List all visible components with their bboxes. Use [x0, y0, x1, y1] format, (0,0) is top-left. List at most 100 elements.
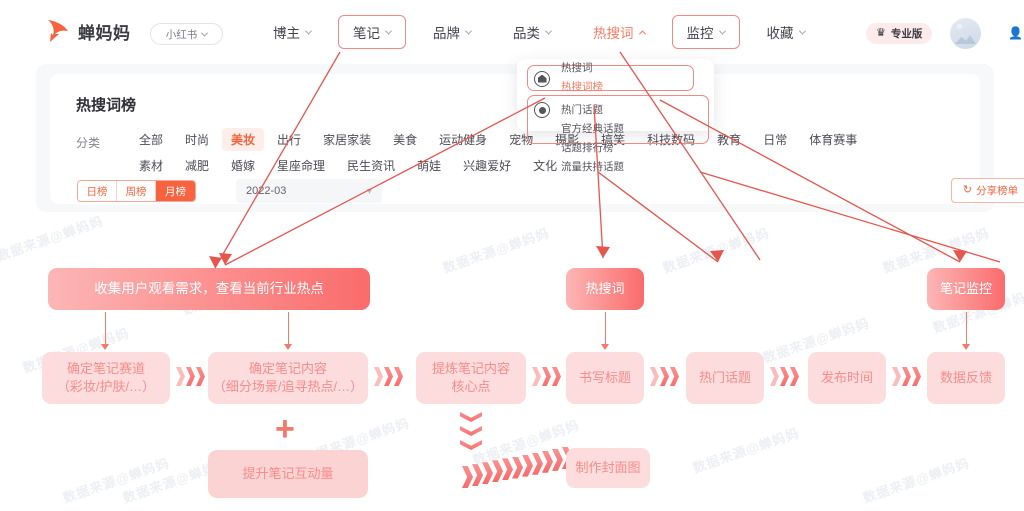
chevron-down-icon	[798, 27, 806, 35]
dropdown-link[interactable]: 流量扶持话题	[561, 158, 632, 177]
category-运动健身[interactable]: 运动健身	[430, 128, 496, 151]
dropdown-group-topic: 热门话题 官方经典话题 话题排行榜 流量扶持话题	[527, 95, 709, 173]
nav-item-label: 热搜词	[593, 26, 634, 41]
dropdown-link[interactable]: 热搜词	[561, 59, 632, 78]
nav-item-5[interactable]: 监控	[671, 15, 740, 49]
category-减肥[interactable]: 减肥	[176, 154, 218, 177]
chevron-down-icon	[464, 27, 473, 35]
category-教育[interactable]: 教育	[708, 128, 750, 151]
diagonal-chevron-icon	[472, 464, 483, 487]
nav-item-label: 博主	[273, 26, 300, 41]
category-全部[interactable]: 全部	[130, 128, 172, 151]
flow-arrow-1	[176, 367, 205, 386]
category-素材[interactable]: 素材	[130, 154, 172, 177]
platform-selector[interactable]: 小红书	[150, 23, 223, 45]
nav-item-label: 收藏	[766, 26, 794, 41]
period-tab-2[interactable]: 月榜	[156, 181, 195, 201]
watermark-text: 数据来源@蝉妈妈	[690, 425, 802, 476]
nav-item-label: 监控	[686, 26, 714, 41]
dropdown-group-hotword: 热搜词 热搜词榜	[527, 62, 694, 93]
category-文化[interactable]: 文化	[524, 154, 566, 177]
category-婚嫁[interactable]: 婚嫁	[222, 154, 264, 177]
category-兴趣爱好[interactable]: 兴趣爱好	[454, 154, 520, 177]
down-chevron-icon	[460, 426, 482, 436]
connector-line	[605, 312, 607, 346]
refresh-icon: ↻	[962, 184, 973, 196]
diagonal-chevron-icon	[552, 448, 563, 471]
watermark-text: 数据来源@蝉妈妈	[860, 455, 972, 506]
diagonal-chevron-icon	[492, 460, 503, 483]
category-时尚[interactable]: 时尚	[176, 128, 218, 151]
watermark-text: 数据来源@蝉妈妈	[440, 225, 552, 276]
period-tab-group: 日榜 周榜 月榜	[77, 180, 196, 202]
flow-step-7: 数据反馈	[927, 352, 1005, 404]
watermark-text: 数据来源@蝉妈妈	[0, 213, 106, 264]
flow-banner: 收集用户观看需求，查看当前行业热点	[48, 268, 370, 310]
period-tab-0[interactable]: 日榜	[78, 181, 117, 201]
chevron-down-icon	[304, 27, 313, 35]
nav-item-0[interactable]: 博主	[258, 15, 326, 49]
diagonal-chevron-icon	[542, 450, 553, 473]
category-美食[interactable]: 美食	[384, 128, 426, 151]
flow-arrow-4	[650, 367, 679, 386]
diagonal-chevron-icon	[512, 456, 523, 479]
dropdown-links-topic: 热门话题 官方经典话题 话题排行榜 流量扶持话题	[561, 101, 702, 177]
flow-sub-engagement: 提升笔记互动量	[208, 450, 368, 498]
chevron-down-icon	[384, 27, 393, 35]
share-ranking-button[interactable]: ↻ 分享榜单	[951, 178, 1024, 203]
category-体育赛事[interactable]: 体育赛事	[800, 128, 866, 151]
avatar[interactable]	[950, 18, 981, 49]
down-chevron-icon	[460, 412, 482, 422]
connector-arrow	[961, 344, 970, 350]
top-navbar: 蝉妈妈 小红书 博主 笔记 品牌 品类 热搜词 监控 收藏 ♛ 专业版 👤	[0, 0, 1024, 62]
flow-step-5: 热门话题	[686, 352, 764, 404]
flow-step-1: 确定笔记赛道 （彩妆/护肤/…）	[42, 352, 170, 404]
brand-name: 蝉妈妈	[78, 23, 131, 43]
flow-step-4: 书写标题	[566, 352, 644, 404]
main-nav: 博主 笔记 品牌 品类 热搜词 监控 收藏	[258, 14, 832, 50]
flow-arrow-3	[532, 367, 561, 386]
hot-word-dropdown-menu: 热搜词 热搜词榜 热门话题 官方经典话题 话题排行榜 流量扶持话题	[517, 59, 714, 173]
nav-item-label: 品牌	[433, 26, 460, 41]
category-民生资讯[interactable]: 民生资讯	[338, 154, 404, 177]
flow-step-1-line1: 确定笔记赛道	[66, 361, 145, 377]
nav-item-3[interactable]: 品类	[498, 15, 566, 49]
nav-item-label: 品类	[513, 26, 540, 41]
period-tab-1[interactable]: 周榜	[117, 181, 156, 201]
pro-version-badge[interactable]: ♛ 专业版	[866, 23, 933, 44]
dropdown-link[interactable]: 官方经典话题	[561, 120, 632, 139]
chevron-down-icon	[544, 27, 553, 35]
diagonal-chevron-icon	[532, 452, 543, 475]
chanmama-logo-icon	[44, 18, 71, 44]
connector-line	[288, 312, 290, 346]
flow-sub-cover: 制作封面图	[566, 448, 650, 488]
date-picker-value: 2022-03	[246, 185, 287, 197]
flow-step-6: 发布时间	[808, 352, 886, 404]
nav-item-4[interactable]: 热搜词	[578, 15, 660, 49]
category-星座命理[interactable]: 星座命理	[268, 154, 334, 177]
person-icon[interactable]: 👤	[1008, 26, 1023, 40]
category-出行[interactable]: 出行	[268, 128, 310, 151]
date-picker[interactable]: 2022-03 ▾	[236, 179, 382, 203]
brand-logo[interactable]: 蝉妈妈	[44, 18, 131, 44]
annotation-arrowheads	[209, 246, 967, 268]
dropdown-link[interactable]: 热门话题	[561, 101, 632, 120]
flow-arrow-5	[770, 367, 799, 386]
platform-selector-value: 小红书	[165, 28, 198, 41]
category-萌娃[interactable]: 萌娃	[408, 154, 450, 177]
dropdown-link[interactable]: 话题排行榜	[561, 139, 632, 158]
category-日常[interactable]: 日常	[754, 128, 796, 151]
page-title: 热搜词榜	[76, 97, 137, 114]
nav-item-label: 笔记	[353, 26, 380, 41]
connector-arrow	[600, 344, 609, 350]
flow-step-3-line2: 核心点	[451, 379, 491, 394]
nav-item-1[interactable]: 笔记	[338, 15, 406, 49]
category-美妆[interactable]: 美妆	[222, 128, 265, 151]
category-家居家装[interactable]: 家居家装	[314, 128, 380, 151]
chevron-down-icon	[201, 29, 209, 37]
flow-step-1-line2: （彩妆/护肤/…）	[56, 379, 156, 394]
nav-item-2[interactable]: 品牌	[418, 15, 486, 49]
app-root: 数据来源@蝉妈妈 数据来源@蝉妈妈 数据来源@蝉妈妈 数据来源@蝉妈妈 数据来源@蝉妈妈…	[0, 0, 1024, 511]
nav-item-6[interactable]: 收藏	[752, 15, 820, 49]
flow-step-2-line1: 确定笔记内容	[248, 361, 327, 377]
